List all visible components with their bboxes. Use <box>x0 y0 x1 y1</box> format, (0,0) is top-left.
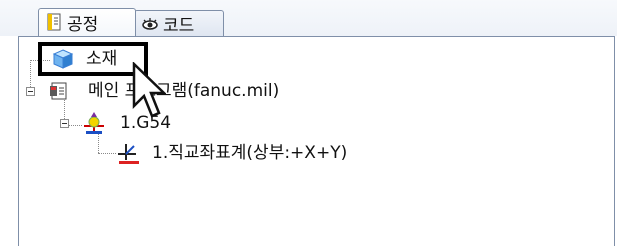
eye-icon <box>142 18 158 30</box>
tab-strip: 코드 공정 <box>0 0 617 36</box>
process-tree-window: 코드 공정 소재 메인 프로그램(fanuc.mil) 1.G54 1.직교좌표… <box>0 0 617 246</box>
program-icon <box>50 82 67 100</box>
tab-process-label: 공정 <box>67 15 99 35</box>
tree-connector <box>98 153 116 154</box>
process-doc-icon <box>47 13 61 31</box>
tree-node-main-program[interactable]: 메인 프로그램(fanuc.mil) <box>88 81 279 101</box>
axis-icon <box>118 144 139 164</box>
tab-code-label: 코드 <box>163 16 195 36</box>
tab-code[interactable]: 코드 <box>134 10 224 36</box>
coordinate-icon <box>84 112 104 134</box>
tree-connector <box>68 125 82 126</box>
collapse-toggle-main-program[interactable] <box>26 87 35 96</box>
tab-process[interactable]: 공정 <box>38 8 136 36</box>
tree-node-cartesian[interactable]: 1.직교좌표계(상부:+X+Y) <box>152 143 347 163</box>
collapse-toggle-g54[interactable] <box>60 119 69 128</box>
mouse-cursor-icon <box>132 62 166 118</box>
tree-connector <box>98 133 99 153</box>
